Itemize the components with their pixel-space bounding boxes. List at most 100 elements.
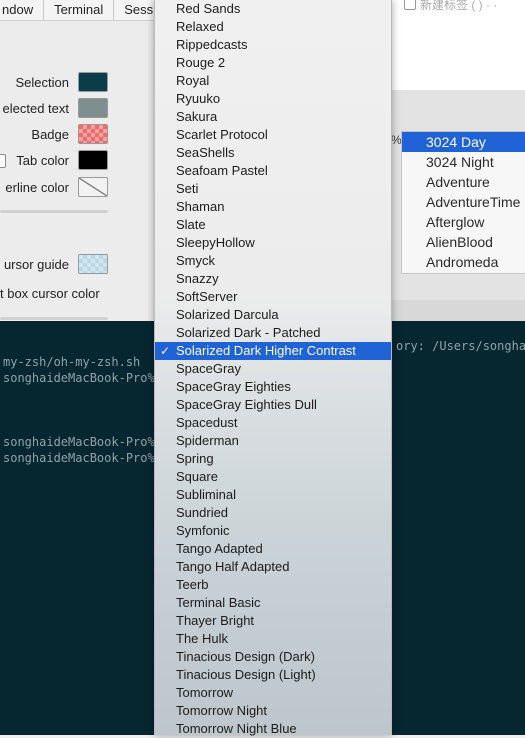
theme-menu-item-label: Tinacious Design (Light) — [176, 667, 316, 682]
theme-menu-item[interactable]: SoftServer — [155, 288, 391, 306]
theme-menu-item-label: SpaceGray Eighties Dull — [176, 397, 317, 412]
theme-menu-item-label: Terminal Basic — [176, 595, 261, 610]
theme-menu-item-label: Square — [176, 469, 218, 484]
theme-menu-item-label: Smyck — [176, 253, 215, 268]
theme-menu-item-label: Tomorrow Night Blue — [176, 721, 297, 736]
tab-color-checkbox[interactable] — [0, 154, 6, 168]
theme-menu-item[interactable]: Sakura — [155, 108, 391, 126]
theme-menu-item-label: SeaShells — [176, 145, 235, 160]
theme-menu-item[interactable]: Tomorrow Night — [155, 702, 391, 720]
color-well[interactable] — [78, 124, 108, 144]
theme-menu-item[interactable]: Royal — [155, 72, 391, 90]
theme-menu-item[interactable]: Shaman — [155, 198, 391, 216]
preset-list-item[interactable]: AlienBlood — [402, 232, 525, 252]
text-box-cursor-color-label: t box cursor color — [0, 286, 100, 301]
theme-menu-item[interactable]: Thayer Bright — [155, 612, 391, 630]
theme-menu-item[interactable]: Sundried — [155, 504, 391, 522]
theme-menu-item[interactable]: Relaxed — [155, 18, 391, 36]
terminal-line-right: ory: /Users/songhai/ — [396, 339, 525, 353]
theme-menu-item[interactable]: SpaceGray Eighties — [155, 378, 391, 396]
cursor-guide-row: ursor guide — [0, 254, 112, 276]
theme-menu-item[interactable]: Spiderman — [155, 432, 391, 450]
theme-menu-item[interactable]: Tinacious Design (Light) — [155, 666, 391, 684]
pref-row-2: Badge — [0, 124, 112, 146]
color-well[interactable] — [78, 150, 108, 170]
theme-menu-item[interactable]: Tango Adapted — [155, 540, 391, 558]
theme-menu-item[interactable]: Symfonic — [155, 522, 391, 540]
preset-list-item[interactable]: 3024 Night — [402, 152, 525, 172]
background-window-title: 新建标签 ( ) · · — [420, 0, 498, 12]
theme-menu-item-label: Tango Adapted — [176, 541, 263, 556]
theme-menu-item[interactable]: Spacedust — [155, 414, 391, 432]
theme-menu-item[interactable]: SeaShells — [155, 144, 391, 162]
color-well[interactable] — [78, 177, 108, 197]
theme-menu-item[interactable]: Rouge 2 — [155, 54, 391, 72]
theme-menu-item-label: Teerb — [176, 577, 209, 592]
theme-menu-item[interactable]: SpaceGray Eighties Dull — [155, 396, 391, 414]
terminal-line: songhaideMacBook-Pro% — [3, 435, 155, 449]
color-preset-menu: Red Sands Relaxed Rippedcasts Rouge 2 Royal R… — [154, 0, 392, 738]
preset-list-item[interactable]: Andromeda — [402, 252, 525, 272]
color-well[interactable] — [78, 98, 108, 118]
theme-menu-item[interactable]: Tango Half Adapted — [155, 558, 391, 576]
pref-row-0: Selection — [0, 72, 112, 94]
pref-row-4: erline color — [0, 177, 112, 199]
theme-menu-item[interactable]: Tomorrow — [155, 684, 391, 702]
preset-list-item[interactable]: 3024 Day — [402, 132, 525, 152]
menubar-item-1[interactable]: Terminal — [44, 0, 115, 20]
preset-list-item[interactable]: AdventureTime — [402, 192, 525, 212]
theme-menu-item[interactable]: Smyck — [155, 252, 391, 270]
theme-menu-item-label: Seafoam Pastel — [176, 163, 268, 178]
theme-menu-item[interactable]: Rippedcasts — [155, 36, 391, 54]
theme-menu-item[interactable]: Red Sands — [155, 0, 391, 18]
terminal-line: my-zsh/oh-my-zsh.sh — [3, 355, 141, 369]
background-window-titlebar: 新建标签 ( ) · · — [390, 0, 525, 90]
theme-menu-item[interactable]: Scarlet Protocol — [155, 126, 391, 144]
theme-menu-item[interactable]: Subliminal — [155, 486, 391, 504]
theme-menu-item[interactable]: Square — [155, 468, 391, 486]
theme-menu-item[interactable]: Slate — [155, 216, 391, 234]
color-well[interactable] — [78, 72, 108, 92]
theme-menu-item[interactable]: SleepyHollow — [155, 234, 391, 252]
theme-menu-item-label: Sundried — [176, 505, 229, 520]
pref-row-label: elected text — [2, 101, 70, 116]
theme-menu-item-label: Solarized Dark Higher Contrast — [176, 343, 356, 358]
theme-menu-item-label: Snazzy — [176, 271, 219, 286]
theme-menu-item[interactable]: ✓ Solarized Dark Higher Contrast — [155, 342, 391, 360]
menubar-item-0[interactable]: ndow — [0, 0, 45, 20]
theme-menu-item[interactable]: Ryuuko — [155, 90, 391, 108]
theme-menu-item-label: SoftServer — [176, 289, 238, 304]
cursor-guide-color-well[interactable] — [78, 254, 108, 274]
document-icon — [404, 0, 416, 10]
section-divider-2 — [0, 317, 108, 320]
terminal-line: songhaideMacBook-Pro% — [3, 451, 155, 465]
theme-menu-item[interactable]: Snazzy — [155, 270, 391, 288]
preset-list-item[interactable]: Adventure — [402, 172, 525, 192]
theme-menu-item[interactable]: Seti — [155, 180, 391, 198]
theme-menu-item-label: Rouge 2 — [176, 55, 226, 70]
theme-menu-item[interactable]: Seafoam Pastel — [155, 162, 391, 180]
pref-row-label: Tab color — [16, 153, 69, 168]
theme-menu-item[interactable]: Tinacious Design (Dark) — [155, 648, 391, 666]
pref-row-3: Tab color — [0, 150, 112, 172]
theme-menu-item-label: Tango Half Adapted — [176, 559, 290, 574]
section-divider — [0, 210, 108, 213]
theme-menu-item-label: Slate — [176, 217, 206, 232]
preferences-panel: Selection elected text Badge Tab color erlin… — [0, 21, 160, 341]
theme-menu-item-label: Sakura — [176, 109, 218, 124]
pref-row-label: erline color — [5, 180, 69, 195]
theme-menu-item[interactable]: Solarized Dark - Patched — [155, 324, 391, 342]
theme-menu-item[interactable]: Teerb — [155, 576, 391, 594]
theme-menu-item-label: Rippedcasts — [176, 37, 248, 52]
theme-menu-item[interactable]: Spring — [155, 450, 391, 468]
color-preset-list: 3024 Day 3024 Night Adventure AdventureTime… — [401, 131, 525, 274]
theme-menu-item[interactable]: SpaceGray — [155, 360, 391, 378]
theme-menu-item[interactable]: Terminal Basic — [155, 594, 391, 612]
preset-list-item[interactable]: Afterglow — [402, 212, 525, 232]
theme-menu-item-label: Tinacious Design (Dark) — [176, 649, 315, 664]
theme-menu-item-label: Ryuuko — [176, 91, 221, 106]
theme-menu-item[interactable]: Tomorrow Night Blue — [155, 720, 391, 738]
theme-menu-item-label: Spring — [176, 451, 214, 466]
theme-menu-item[interactable]: Solarized Darcula — [155, 306, 391, 324]
theme-menu-item[interactable]: The Hulk — [155, 630, 391, 648]
